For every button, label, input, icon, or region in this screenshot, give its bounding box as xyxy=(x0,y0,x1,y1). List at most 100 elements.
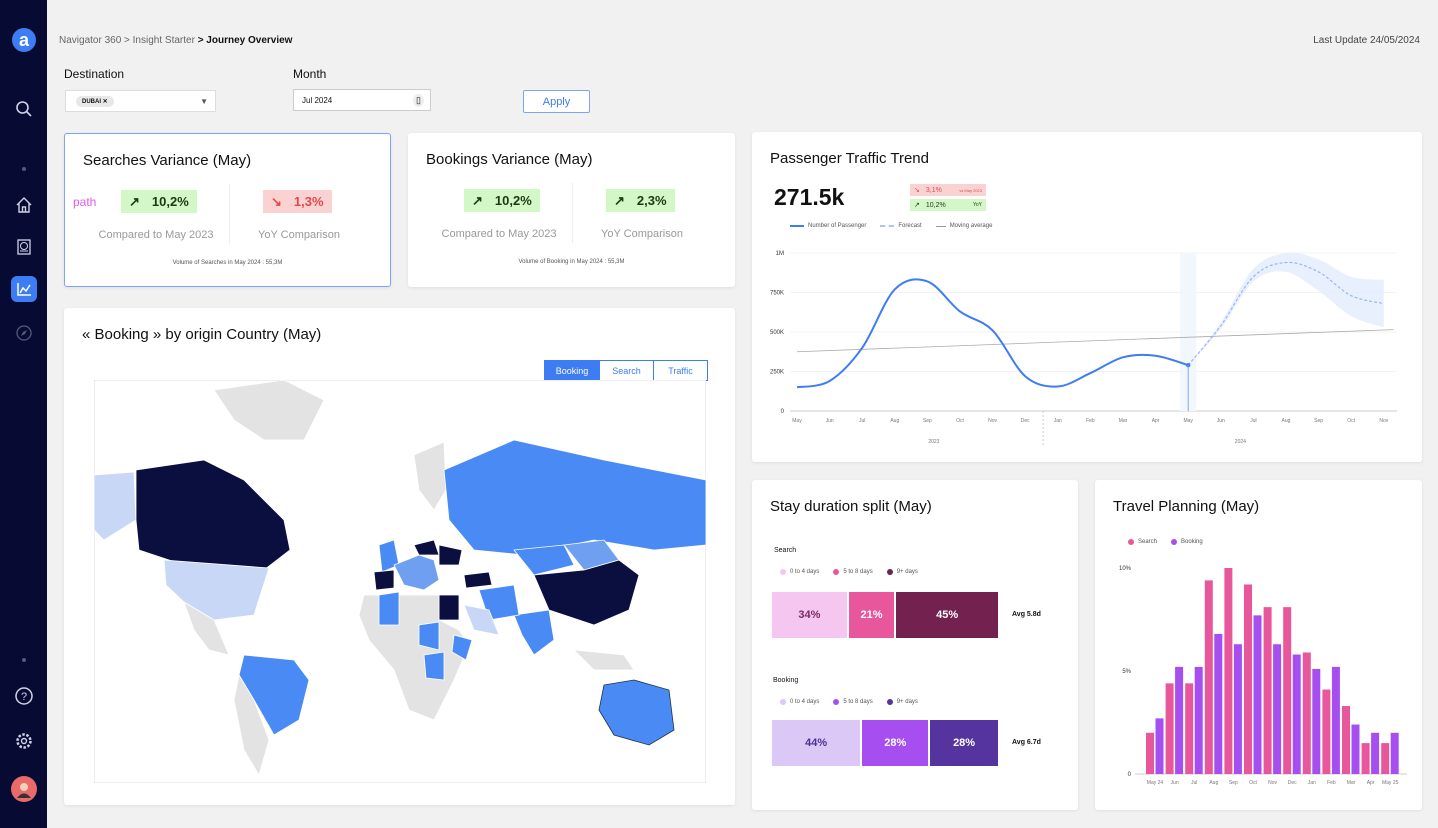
settings-icon[interactable] xyxy=(11,728,37,754)
legend-label: 9+ days xyxy=(896,699,918,705)
bar-search xyxy=(1244,584,1252,774)
legend-item: 0 to 4 days xyxy=(780,569,819,575)
x-tick-label: Nov xyxy=(1268,780,1277,786)
arrow-up-right-icon: ↗ xyxy=(472,192,483,208)
legend-label: Booking xyxy=(1181,539,1203,545)
segment-0-4-days[interactable]: 44% xyxy=(772,720,863,766)
legend-item: 9+ days xyxy=(886,699,918,705)
legend-forecast[interactable]: Forecast xyxy=(880,223,922,229)
legend-search[interactable]: Search xyxy=(1128,539,1157,545)
bar-booking xyxy=(1292,654,1301,774)
x-tick-label: Jun xyxy=(1217,418,1225,424)
chevron-down-icon[interactable]: ▼ xyxy=(200,97,208,106)
country-chad[interactable] xyxy=(418,621,440,651)
x-tick-label: Nov xyxy=(988,418,997,424)
x-tick-label: Aug xyxy=(890,418,899,424)
chip-label: DUBAI xyxy=(82,98,101,105)
app-logo[interactable]: a xyxy=(12,28,36,52)
svg-text:?: ? xyxy=(21,691,27,703)
x-tick-label: Oct xyxy=(956,418,964,424)
chart-icon[interactable] xyxy=(11,276,37,302)
home-icon[interactable] xyxy=(11,192,37,218)
avatar[interactable] xyxy=(11,776,37,802)
search-avg: Avg 5.8d xyxy=(1012,611,1041,618)
segment-5-8-days[interactable]: 28% xyxy=(862,720,931,766)
segment-9-plus-days[interactable]: 28% xyxy=(930,720,998,766)
legend-item: 5 to 8 days xyxy=(833,699,873,705)
bar-booking xyxy=(1273,644,1282,774)
breadcrumb-parent[interactable]: Navigator 360 > Insight Starter xyxy=(59,35,198,46)
x-tick-label: Oct xyxy=(1249,780,1257,786)
variance-badge-up: ↗ 10,2% xyxy=(464,189,540,212)
tab-search[interactable]: Search xyxy=(599,361,653,380)
traffic-badge-down: ↘ 3,1% vs May 2023 xyxy=(910,184,986,196)
yoy-label: YoY Comparison xyxy=(601,228,683,240)
booking-avg: Avg 6.7d xyxy=(1012,739,1041,746)
destination-select[interactable]: DUBAI ✕ ▼ xyxy=(65,90,216,112)
bar-search xyxy=(1361,743,1370,774)
card-title: Searches Variance (May) xyxy=(83,152,252,169)
country-spain[interactable] xyxy=(373,569,395,591)
segment-0-4-days[interactable]: 34% xyxy=(772,592,849,638)
bar-search xyxy=(1204,580,1213,774)
globe-icon[interactable] xyxy=(11,234,37,260)
x-tick-label: Aug xyxy=(1282,418,1291,424)
variance-badge-down: ↘ 1,3% xyxy=(263,190,332,213)
x-tick-label: Dec xyxy=(1021,418,1030,424)
destination-chip[interactable]: DUBAI ✕ xyxy=(76,95,114,107)
tab-traffic[interactable]: Traffic xyxy=(653,361,707,380)
x-tick-label: Apr xyxy=(1367,780,1375,786)
x-tick-label: Mar xyxy=(1119,418,1128,424)
country-egypt[interactable] xyxy=(438,594,460,621)
arrow-up-right-icon: ↗ xyxy=(614,192,625,208)
legend-passengers[interactable]: Number of Passenger xyxy=(790,223,866,229)
country-algeria[interactable] xyxy=(378,591,400,626)
legend-booking[interactable]: Booking xyxy=(1171,539,1203,545)
destination-label: Destination xyxy=(64,67,125,81)
month-input[interactable]: Jul 2024 ▯ xyxy=(293,89,431,111)
map-metric-toggle: Booking Search Traffic xyxy=(544,360,708,381)
legend-label: 0 to 4 days xyxy=(790,699,820,705)
help-icon[interactable]: ? xyxy=(11,683,37,709)
x-tick-label: Aug xyxy=(1209,780,1218,786)
country-congo[interactable] xyxy=(423,651,445,681)
segment-5-8-days[interactable]: 21% xyxy=(848,592,897,638)
year-label: 2024 xyxy=(1235,439,1246,445)
stay-duration-card: Stay duration split (May) Search 0 to 4 … xyxy=(752,480,1078,810)
search-stay-bar: 34% 21% 45% xyxy=(772,592,998,638)
volume-text: Volume of Booking in May 2024 : 55,3M xyxy=(518,259,625,265)
calendar-icon[interactable]: ▯ xyxy=(413,93,424,107)
booking-legend: 0 to 4 days 5 to 8 days 9+ days xyxy=(780,699,918,705)
badge-label: vs May 2023 xyxy=(959,187,982,193)
apply-button[interactable]: Apply xyxy=(523,90,590,113)
bar-search xyxy=(1381,743,1390,774)
legend-moving-average[interactable]: Moving average xyxy=(935,223,993,229)
traffic-badge-up: ↗ 10,2% YoY xyxy=(910,199,986,211)
x-tick-label: Mar xyxy=(1347,780,1356,786)
search-icon[interactable] xyxy=(11,96,37,122)
x-tick-label: May xyxy=(1183,418,1193,424)
compass-icon[interactable] xyxy=(11,320,37,346)
travel-legend: Search Booking xyxy=(1128,539,1203,545)
month-value: Jul 2024 xyxy=(302,95,333,105)
variance-value: 10,2% xyxy=(494,193,532,208)
legend-item: 9+ days xyxy=(886,569,918,575)
country-turkey[interactable] xyxy=(463,571,493,589)
x-tick-label: Sep xyxy=(923,418,932,424)
divider-dot xyxy=(22,658,26,662)
breadcrumb-current: > Journey Overview xyxy=(197,35,293,46)
legend-label: Moving average xyxy=(949,223,993,229)
segment-9-plus-days[interactable]: 45% xyxy=(896,592,998,638)
bar-booking xyxy=(1312,668,1321,774)
bar-search xyxy=(1263,607,1272,774)
badge-value: 10,2% xyxy=(925,201,946,209)
bar-booking xyxy=(1214,633,1223,774)
volume-text: Volume of Searches in May 2024 : 55,3M xyxy=(172,260,283,266)
bar-booking xyxy=(1351,724,1360,774)
x-tick-label: Jul xyxy=(1191,780,1197,786)
y-tick-label: 10% xyxy=(1119,566,1132,572)
compare-label: Compared to May 2023 xyxy=(98,229,214,241)
tab-booking[interactable]: Booking xyxy=(545,361,599,380)
world-map[interactable] xyxy=(94,380,706,783)
legend-label: Forecast xyxy=(898,223,922,229)
